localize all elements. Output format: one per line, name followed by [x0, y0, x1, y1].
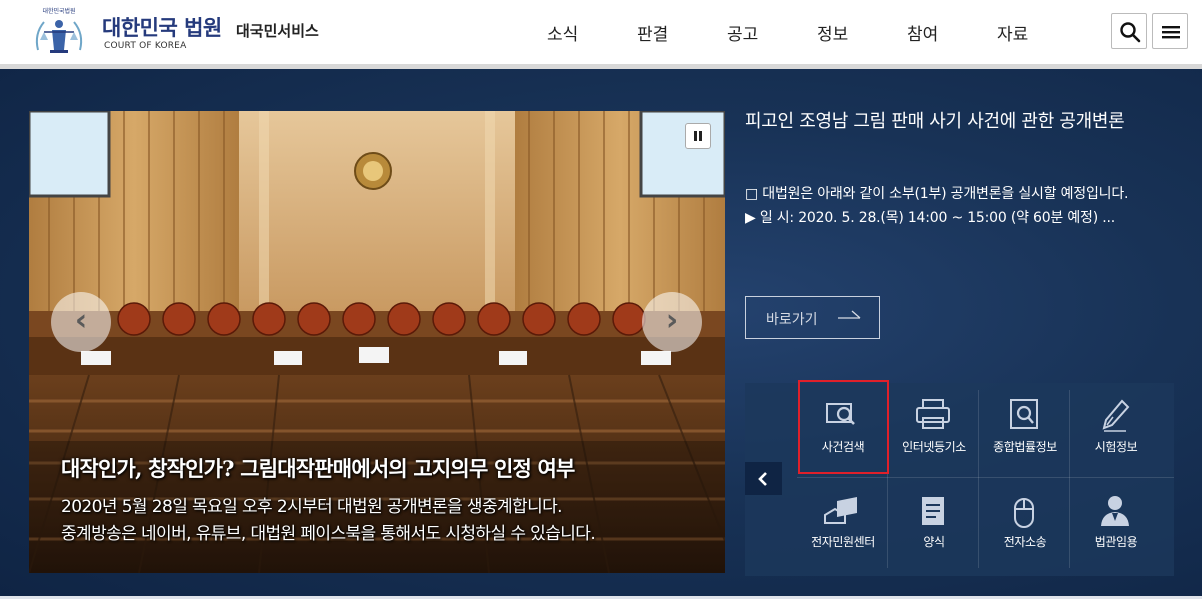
nav-news[interactable]: 소식	[547, 20, 578, 45]
slide-caption-line1: 2020년 5월 28일 목요일 오후 2시부터 대법원 공개변론을 생중계합니…	[61, 497, 563, 517]
nav-participation[interactable]: 참여	[907, 20, 938, 45]
service-legal-info[interactable]: 종합법률정보	[979, 384, 1071, 476]
nav-resources[interactable]: 자료	[997, 20, 1028, 45]
service-exam-info[interactable]: 시험정보	[1070, 384, 1162, 476]
menu-button[interactable]	[1152, 13, 1188, 49]
service-e-litigation[interactable]: 전자소송	[979, 479, 1071, 571]
service-label: 법관임용	[1094, 535, 1138, 549]
goto-button[interactable]: 바로가기	[745, 296, 880, 339]
news-title[interactable]: 피고인 조영남 그림 판매 사기 사건에 관한 공개변론	[745, 107, 1125, 133]
chevron-right-icon: ›	[665, 303, 679, 338]
case-search-highlight	[798, 380, 889, 474]
service-label: 종합법률정보	[993, 440, 1057, 454]
arrow-right-icon	[838, 310, 861, 319]
form-document-icon	[922, 497, 944, 525]
logo-subtitle: COURT OF KOREA	[104, 41, 187, 51]
news-line1: □ 대법원은 아래와 같이 소부(1부) 공개변론을 실시할 예정입니다.	[745, 186, 1129, 202]
judge-person-icon	[1101, 496, 1129, 526]
goto-label: 바로가기	[766, 312, 818, 328]
nav-notices[interactable]: 공고	[727, 20, 758, 45]
nav-judgments[interactable]: 판결	[637, 20, 668, 45]
service-e-petition[interactable]: 전자민원센터	[797, 479, 889, 571]
service-label: 전자민원센터	[811, 535, 875, 549]
nav-information[interactable]: 정보	[817, 20, 848, 45]
service-divider	[797, 477, 1174, 478]
slide-next-button[interactable]: ›	[642, 292, 702, 352]
logo-title[interactable]: 대한민국 법원	[102, 12, 222, 42]
hamburger-menu-icon	[1162, 26, 1180, 39]
chevron-left-icon: ‹	[74, 303, 88, 338]
search-icon	[1120, 22, 1141, 43]
service-judge-appointment[interactable]: 법관임용	[1070, 479, 1162, 571]
legal-info-icon	[1010, 399, 1038, 429]
emblem-text: 대한민국법원	[42, 7, 75, 15]
court-emblem-logo[interactable]: 대한민국법원	[30, 4, 88, 58]
service-name[interactable]: 대국민서비스	[236, 20, 319, 41]
service-prev-button[interactable]	[745, 462, 782, 495]
printer-icon	[916, 399, 950, 429]
search-button[interactable]	[1111, 13, 1147, 49]
service-forms[interactable]: 양식	[888, 479, 980, 571]
pen-nib-icon	[1102, 399, 1130, 432]
slide-pause-button[interactable]	[685, 123, 711, 149]
slide-caption-title: 대작인가, 창작인가? 그림대작판매에서의 고지의무 인정 여부	[61, 456, 575, 481]
electronic-petition-icon	[824, 497, 857, 524]
mouse-icon	[1014, 498, 1034, 528]
service-label: 인터넷등기소	[902, 440, 966, 454]
service-label: 전자소송	[1003, 535, 1047, 549]
chevron-left-icon	[758, 472, 767, 486]
news-line2: ▶ 일 시: 2020. 5. 28.(목) 14:00 ~ 15:00 (약 …	[745, 210, 1115, 226]
service-label: 양식	[923, 535, 945, 549]
site-header: 대한민국법원 대한민국 법원 COURT OF KOREA 대국민서비스 소식 …	[0, 0, 1202, 64]
service-internet-registry[interactable]: 인터넷등기소	[888, 384, 980, 476]
slide-photo[interactable]: ‹ › 대작인가, 창작인가? 그림대작판매에서의 고지의무 인정 여부 202…	[29, 111, 725, 573]
service-label: 시험정보	[1094, 440, 1138, 454]
slide-prev-button[interactable]: ‹	[51, 292, 111, 352]
slide-caption-line2: 중계방송은 네이버, 유튜브, 대법원 페이스북을 통해서도 시청하실 수 있습…	[61, 524, 596, 544]
